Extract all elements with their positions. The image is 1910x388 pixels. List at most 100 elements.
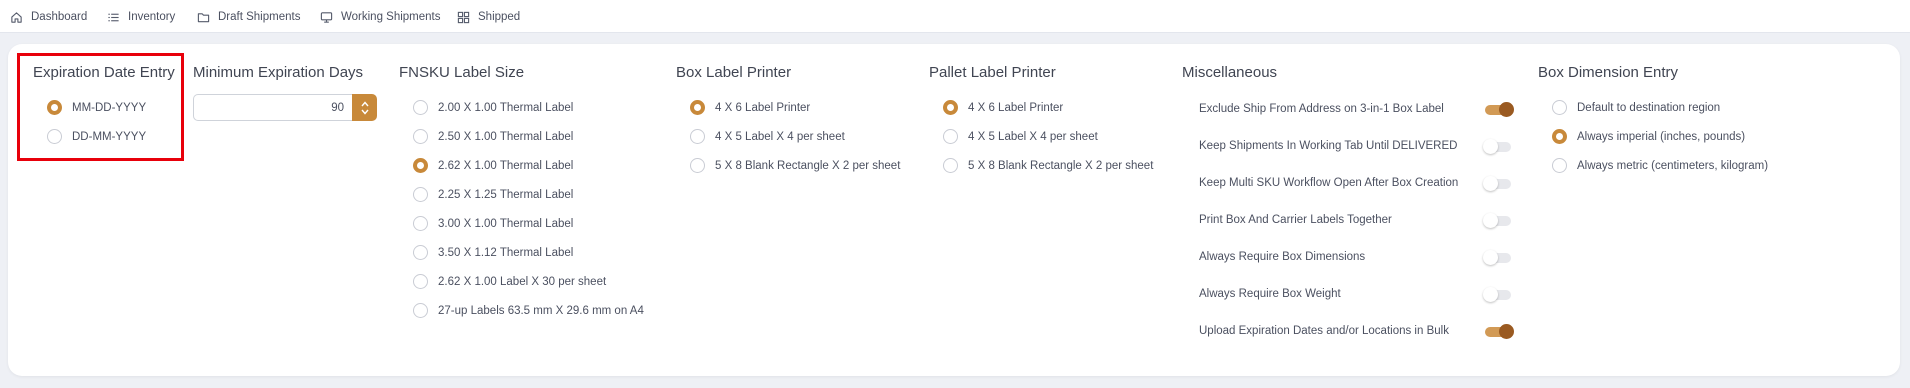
- toggle-label: Print Box And Carrier Labels Together: [1199, 214, 1392, 226]
- radio-label: 4 X 6 Label Printer: [968, 101, 1064, 114]
- radio-unselected-icon: [413, 245, 428, 260]
- toggle-row: Always Require Box Weight: [1199, 286, 1524, 304]
- radio-label: Always imperial (inches, pounds): [1577, 130, 1746, 143]
- radio-box-printer-option[interactable]: 4 X 5 Label X 4 per sheet: [690, 129, 845, 144]
- radio-unselected-icon: [1552, 100, 1567, 115]
- radio-box-dimension-option[interactable]: Always metric (centimeters, kilogram): [1552, 158, 1768, 173]
- highlight-box: [17, 53, 184, 161]
- require-box-weight-toggle[interactable]: [1483, 286, 1515, 302]
- radio-unselected-icon: [413, 216, 428, 231]
- radio-label: 5 X 8 Blank Rectangle X 2 per sheet: [715, 159, 901, 172]
- minimum-expiration-days-title: Minimum Expiration Days: [193, 64, 364, 81]
- require-box-dimensions-toggle[interactable]: [1483, 249, 1515, 265]
- nav-shipped[interactable]: Shipped: [457, 9, 520, 25]
- toggle-row: Print Box And Carrier Labels Together: [1199, 212, 1524, 230]
- monitor-icon: [320, 11, 333, 24]
- radio-label: 2.50 X 1.00 Thermal Label: [438, 130, 574, 143]
- radio-selected-icon: [943, 100, 958, 115]
- radio-fnsku-option[interactable]: 2.00 X 1.00 Thermal Label: [413, 100, 573, 115]
- minimum-days-input[interactable]: [193, 94, 352, 121]
- radio-unselected-icon: [413, 129, 428, 144]
- radio-unselected-icon: [413, 303, 428, 318]
- toggle-label: Keep Shipments In Working Tab Until DELI…: [1199, 140, 1458, 152]
- radio-fnsku-option[interactable]: 2.50 X 1.00 Thermal Label: [413, 129, 573, 144]
- radio-unselected-icon: [413, 100, 428, 115]
- toggle-row: Always Require Box Dimensions: [1199, 249, 1524, 267]
- radio-label: 4 X 6 Label Printer: [715, 101, 811, 114]
- radio-unselected-icon: [690, 129, 705, 144]
- nav-label: Shipped: [478, 11, 521, 23]
- nav-dashboard[interactable]: Dashboard: [10, 9, 87, 25]
- radio-label: 3.00 X 1.00 Thermal Label: [438, 217, 574, 230]
- radio-unselected-icon: [690, 158, 705, 173]
- radio-label: Always metric (centimeters, kilogram): [1577, 159, 1769, 172]
- radio-fnsku-option[interactable]: 2.62 X 1.00 Label X 30 per sheet: [413, 274, 606, 289]
- radio-box-printer-option[interactable]: 5 X 8 Blank Rectangle X 2 per sheet: [690, 158, 900, 173]
- radio-label: 2.62 X 1.00 Thermal Label: [438, 159, 574, 172]
- radio-fnsku-option[interactable]: 3.00 X 1.00 Thermal Label: [413, 216, 573, 231]
- radio-label: 3.50 X 1.12 Thermal Label: [438, 246, 574, 259]
- toggle-row: Upload Expiration Dates and/or Locations…: [1199, 323, 1524, 341]
- radio-box-dimension-option[interactable]: Default to destination region: [1552, 100, 1720, 115]
- minimum-days-control: [193, 94, 377, 121]
- radio-unselected-icon: [943, 158, 958, 173]
- radio-label: 4 X 5 Label X 4 per sheet: [968, 130, 1098, 143]
- radio-fnsku-option[interactable]: 2.62 X 1.00 Thermal Label: [413, 158, 573, 173]
- keep-shipments-working-toggle[interactable]: [1483, 138, 1515, 154]
- radio-pallet-printer-option[interactable]: 4 X 6 Label Printer: [943, 100, 1063, 115]
- settings-card: Expiration Date Entry MM-DD-YYYY DD-MM-Y…: [8, 44, 1900, 376]
- grid-icon: [457, 11, 470, 24]
- list-icon: [107, 11, 120, 24]
- toggle-row: Keep Multi SKU Workflow Open After Box C…: [1199, 175, 1524, 193]
- toggle-row: Keep Shipments In Working Tab Until DELI…: [1199, 138, 1524, 156]
- chevron-up-icon[interactable]: [360, 100, 370, 108]
- radio-label: 4 X 5 Label X 4 per sheet: [715, 130, 845, 143]
- toggle-label: Keep Multi SKU Workflow Open After Box C…: [1199, 177, 1459, 189]
- box-dimension-entry-title: Box Dimension Entry: [1538, 64, 1679, 81]
- radio-label: 27-up Labels 63.5 mm X 29.6 mm on A4: [438, 304, 644, 317]
- radio-fnsku-option[interactable]: 27-up Labels 63.5 mm X 29.6 mm on A4: [413, 303, 644, 318]
- nav-label: Inventory: [128, 11, 176, 23]
- print-box-carrier-toggle[interactable]: [1483, 212, 1515, 228]
- radio-selected-icon: [1552, 129, 1567, 144]
- nav-label: Dashboard: [31, 11, 88, 23]
- radio-box-printer-option[interactable]: 4 X 6 Label Printer: [690, 100, 810, 115]
- box-label-printer-title: Box Label Printer: [676, 64, 792, 81]
- radio-pallet-printer-option[interactable]: 4 X 5 Label X 4 per sheet: [943, 129, 1098, 144]
- nav-working-shipments[interactable]: Working Shipments: [320, 9, 441, 25]
- radio-fnsku-option[interactable]: 3.50 X 1.12 Thermal Label: [413, 245, 573, 260]
- radio-label: 2.62 X 1.00 Label X 30 per sheet: [438, 275, 607, 288]
- radio-unselected-icon: [413, 187, 428, 202]
- radio-fnsku-option[interactable]: 2.25 X 1.25 Thermal Label: [413, 187, 573, 202]
- folder-icon: [197, 11, 210, 24]
- nav-inventory[interactable]: Inventory: [107, 9, 175, 25]
- top-navigation: Dashboard Inventory Draft Shipments Work…: [0, 0, 1910, 33]
- fnsku-label-size-title: FNSKU Label Size: [399, 64, 525, 81]
- toggle-label: Exclude Ship From Address on 3-in-1 Box …: [1199, 103, 1444, 115]
- toggle-label: Always Require Box Weight: [1199, 288, 1341, 300]
- minimum-days-stepper[interactable]: [352, 94, 377, 121]
- chevron-down-icon[interactable]: [360, 108, 370, 116]
- radio-unselected-icon: [1552, 158, 1567, 173]
- pallet-label-printer-title: Pallet Label Printer: [929, 64, 1056, 81]
- radio-label: 2.00 X 1.00 Thermal Label: [438, 101, 574, 114]
- home-icon: [10, 11, 23, 24]
- radio-unselected-icon: [943, 129, 958, 144]
- radio-selected-icon: [413, 158, 428, 173]
- nav-draft-shipments[interactable]: Draft Shipments: [197, 9, 300, 25]
- nav-label: Working Shipments: [341, 11, 441, 23]
- keep-multi-sku-toggle[interactable]: [1483, 175, 1515, 191]
- toggle-label: Always Require Box Dimensions: [1199, 251, 1366, 263]
- radio-selected-icon: [690, 100, 705, 115]
- miscellaneous-title: Miscellaneous: [1182, 64, 1278, 81]
- radio-pallet-printer-option[interactable]: 5 X 8 Blank Rectangle X 2 per sheet: [943, 158, 1153, 173]
- radio-label: 2.25 X 1.25 Thermal Label: [438, 188, 574, 201]
- toggle-label: Upload Expiration Dates and/or Locations…: [1199, 325, 1449, 337]
- exclude-ship-from-toggle[interactable]: [1483, 101, 1515, 117]
- radio-box-dimension-option[interactable]: Always imperial (inches, pounds): [1552, 129, 1745, 144]
- radio-label: Default to destination region: [1577, 101, 1721, 114]
- toggle-row: Exclude Ship From Address on 3-in-1 Box …: [1199, 101, 1524, 119]
- upload-expiration-bulk-toggle[interactable]: [1483, 323, 1515, 339]
- radio-unselected-icon: [413, 274, 428, 289]
- nav-label: Draft Shipments: [218, 11, 301, 23]
